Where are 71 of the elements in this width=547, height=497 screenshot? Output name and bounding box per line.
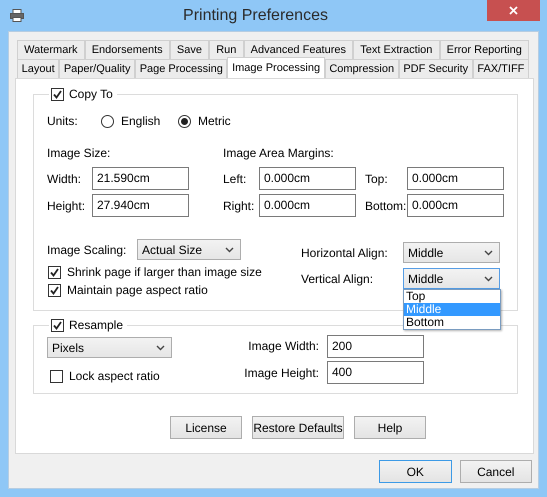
section-heading: Image Area Margins:	[223, 146, 335, 160]
ok-button[interactable]: OK	[379, 460, 452, 483]
chevron-down-icon	[156, 344, 165, 350]
field-label: Top:	[365, 172, 389, 186]
dropdown[interactable]: Middle	[403, 242, 500, 263]
button[interactable]: Help	[354, 416, 426, 439]
tab[interactable]: FAX/TIFF	[472, 59, 529, 78]
dropdown-option[interactable]: Top	[404, 290, 500, 303]
check-icon	[53, 90, 62, 98]
checkbox[interactable]	[48, 284, 61, 296]
field-label: Horizontal Align:	[301, 246, 389, 260]
dropdown[interactable]: Actual Size	[137, 239, 241, 260]
cancel-button[interactable]: Cancel	[460, 460, 532, 483]
chevron-down-icon	[484, 250, 493, 256]
checkbox-label: Maintain page aspect ratio	[67, 283, 208, 297]
radio-label: English	[121, 114, 160, 128]
input-field[interactable]: 21.590cm	[92, 167, 189, 190]
section-heading: Image Size:	[47, 146, 112, 160]
radio-button[interactable]	[178, 114, 191, 128]
tab[interactable]: Advanced Features	[244, 40, 354, 59]
checkbox-label: Shrink page if larger than image size	[67, 265, 262, 279]
tab[interactable]: Page Processing	[135, 59, 228, 78]
field-label: Height:	[47, 198, 86, 212]
field-label: Units:	[47, 114, 79, 128]
checkbox-label: Copy To	[69, 87, 113, 101]
tab[interactable]: Error Reporting	[440, 40, 529, 59]
checkbox[interactable]	[51, 88, 64, 100]
field-label: Image Width:	[247, 339, 319, 354]
field-label: Bottom:	[365, 198, 407, 212]
input-field[interactable]: 27.940cm	[92, 194, 189, 217]
button[interactable]: License	[170, 416, 242, 439]
close-icon	[509, 6, 518, 15]
input-field[interactable]: 0.000cm	[259, 194, 356, 217]
dropdown[interactable]: Middle	[403, 268, 500, 289]
tab[interactable]: Layout	[17, 59, 60, 78]
dropdown-option[interactable]: Bottom	[404, 316, 500, 329]
field-label: Image Height:	[243, 366, 319, 380]
close-button[interactable]	[487, 0, 540, 21]
checkbox-label: Lock aspect ratio	[69, 369, 160, 383]
field-label: Vertical Align:	[301, 272, 374, 286]
input-field[interactable]: 400	[327, 361, 424, 384]
checkbox[interactable]	[50, 370, 63, 382]
dropdown[interactable]: Pixels	[47, 337, 172, 358]
tab[interactable]: Watermark	[17, 40, 85, 59]
checkbox-label: Resample	[69, 318, 124, 332]
field-label: Width:	[47, 172, 82, 186]
input-field[interactable]: 0.000cm	[407, 194, 504, 217]
button[interactable]: Restore Defaults	[252, 416, 344, 439]
window-title: Printing Preferences	[182, 6, 329, 24]
tab[interactable]: Image Processing	[227, 57, 325, 78]
tab[interactable]: Compression	[324, 59, 399, 78]
tab[interactable]: Run	[209, 40, 244, 59]
chevron-down-icon	[484, 276, 493, 282]
tab[interactable]: PDF Security	[398, 59, 473, 78]
printer-icon	[10, 9, 24, 22]
input-field[interactable]: 200	[327, 334, 424, 358]
radio-label: Metric	[198, 114, 231, 128]
input-field[interactable]: 0.000cm	[407, 167, 504, 190]
input-field[interactable]: 0.000cm	[259, 167, 356, 190]
chevron-down-icon	[225, 246, 234, 252]
tab[interactable]: Text Extraction	[353, 40, 440, 59]
check-icon	[53, 320, 62, 330]
field-label: Left:	[223, 172, 248, 186]
radio-button[interactable]	[101, 114, 114, 128]
tab[interactable]: Endorsements	[84, 40, 170, 59]
tab[interactable]: Paper/Quality	[59, 59, 136, 78]
tab[interactable]: Save	[170, 40, 210, 59]
field-label: Right:	[223, 198, 256, 212]
checkbox[interactable]	[48, 266, 61, 278]
field-label: Image Scaling:	[47, 242, 128, 256]
checkbox[interactable]	[51, 318, 64, 332]
